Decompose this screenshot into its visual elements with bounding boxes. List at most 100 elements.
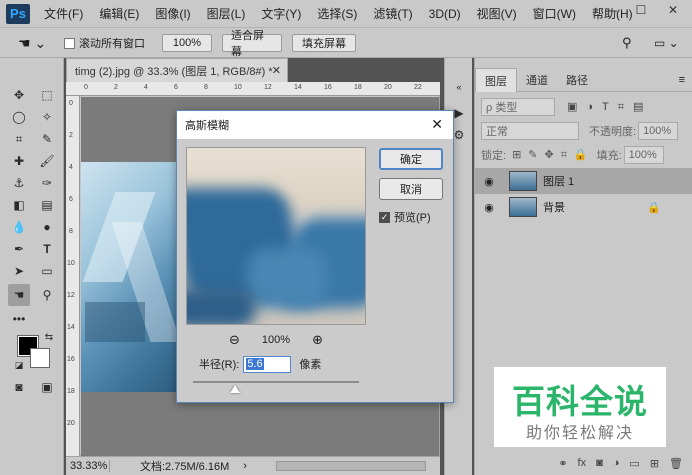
screen-mode-icon[interactable]: ▣ — [36, 376, 58, 398]
zoom-in-icon[interactable]: ⊕ — [312, 332, 323, 348]
document-tab-title: timg (2).jpg @ 33.3% (图层 1, RGB/8#) * — [75, 65, 273, 78]
rectangle-tool-icon[interactable]: ▭ — [36, 260, 58, 282]
canvas-image — [81, 162, 177, 392]
preview-option[interactable]: ✓ 预览(P) — [379, 209, 431, 225]
search-icon[interactable]: ⚲ — [622, 34, 632, 52]
magic-wand-tool-icon[interactable]: ✧ — [36, 106, 58, 128]
zoom-out-icon[interactable]: ⊖ — [229, 332, 240, 348]
layer-thumbnail — [509, 171, 537, 191]
radius-input[interactable]: 5.6 — [243, 355, 292, 373]
layer-name: 背景 — [543, 202, 565, 214]
visibility-eye-icon[interactable]: ◉ — [479, 175, 499, 188]
new-group-icon[interactable]: ▭ — [629, 457, 639, 470]
cancel-button[interactable]: 取消 — [379, 178, 443, 200]
workspace-switcher-icon[interactable]: ▭ ⌄ — [654, 34, 679, 52]
marquee-tool-icon[interactable]: ⬚ — [36, 84, 58, 106]
new-layer-icon[interactable]: ⊞ — [650, 457, 659, 470]
lock-icon: 🔒 — [647, 201, 661, 214]
layer-row-layer-1[interactable]: ◉ 图层 1 — [475, 168, 692, 194]
eyedropper-tool-icon[interactable]: ✎ — [36, 128, 58, 150]
watermark-logo-text: 百科全说 — [512, 382, 648, 421]
blur-tool-icon[interactable]: 💧 — [8, 216, 30, 238]
link-layers-icon[interactable]: ⚭ — [558, 457, 567, 470]
ok-button[interactable]: 确定 — [379, 148, 443, 170]
move-tool-icon[interactable]: ✥ — [8, 84, 30, 106]
delete-layer-icon[interactable]: 🗑 — [669, 457, 683, 470]
menu-image[interactable]: 图像(I) — [147, 5, 198, 22]
menu-view[interactable]: 视图(V) — [469, 5, 525, 22]
background-color-swatch[interactable] — [30, 348, 50, 368]
menu-filter[interactable]: 滤镜(T) — [365, 5, 420, 22]
radius-value: 5.6 — [246, 358, 264, 370]
fill-screen-button[interactable]: 填充屏幕 — [292, 34, 356, 52]
add-mask-icon[interactable]: ◙ — [596, 457, 603, 469]
scroll-all-checkbox[interactable] — [64, 37, 75, 49]
healing-brush-tool-icon[interactable]: ✚ — [8, 150, 30, 172]
menu-edit[interactable]: 编辑(E) — [91, 5, 147, 22]
swap-colors-icon[interactable]: ⇆ — [42, 330, 56, 344]
menu-select[interactable]: 选择(S) — [309, 5, 365, 22]
menu-type[interactable]: 文字(Y) — [253, 5, 309, 22]
opacity-field[interactable]: 100% — [638, 122, 679, 140]
adjustment-layer-icon[interactable]: ◑ — [613, 457, 620, 469]
menu-layer[interactable]: 图层(L) — [199, 5, 254, 22]
menu-file[interactable]: 文件(F) — [36, 5, 91, 22]
hand-tool-icon[interactable]: ☚ — [8, 284, 30, 306]
layer-name: 图层 1 — [543, 176, 575, 188]
history-brush-tool-icon[interactable]: ✑ — [36, 172, 58, 194]
pen-tool-icon[interactable]: ✒ — [8, 238, 30, 260]
radius-slider-track[interactable] — [193, 381, 359, 383]
layer-kind-filter[interactable]: ρ 类型 — [481, 98, 555, 116]
panel-menu-icon[interactable]: ≡ — [679, 68, 692, 91]
default-colors-icon[interactable]: ◪ — [12, 358, 26, 372]
hand-tool-preset-icon[interactable]: ☚ ⌄ — [18, 34, 46, 52]
document-tab[interactable]: timg (2).jpg @ 33.3% (图层 1, RGB/8#) * ✕ — [66, 58, 288, 82]
type-tool-icon[interactable]: T — [36, 238, 58, 260]
preview-checkbox[interactable]: ✓ — [379, 211, 390, 223]
menu-window[interactable]: 窗口(W) — [525, 5, 584, 22]
watermark-slogan: 助你轻松解决 — [525, 423, 634, 442]
scroll-all-windows-option[interactable]: 滚动所有窗口 — [64, 34, 145, 52]
quick-mask-icon[interactable]: ◙ — [8, 376, 30, 398]
visibility-eye-icon[interactable]: ◉ — [479, 201, 499, 214]
document-size-info: 文档:2.75M/6.16M — [140, 461, 230, 473]
close-document-icon[interactable]: ✕ — [272, 64, 281, 77]
lasso-tool-icon[interactable]: ◯ — [8, 106, 30, 128]
gradient-tool-icon[interactable]: ▤ — [36, 194, 58, 216]
blur-preview[interactable] — [186, 147, 366, 325]
tab-paths[interactable]: 路径 — [557, 68, 597, 92]
close-window-icon[interactable]: ✕ — [658, 0, 688, 20]
tab-channels[interactable]: 通道 — [517, 68, 557, 92]
zoom-readout[interactable]: 33.33% — [66, 460, 110, 472]
layer-row-background[interactable]: ◉ 背景 🔒 — [475, 194, 692, 220]
zoom-100-button[interactable]: 100% — [162, 34, 212, 52]
zoom-tool-icon[interactable]: ⚲ — [36, 284, 58, 306]
close-icon[interactable]: ✕ — [431, 116, 443, 133]
preview-zoom-row: ⊖ 100% ⊕ — [186, 331, 366, 349]
horizontal-scrollbar[interactable] — [276, 461, 426, 471]
fit-screen-button[interactable]: 适合屏幕 — [222, 30, 282, 58]
clone-stamp-tool-icon[interactable]: ⚓ — [8, 172, 30, 194]
dodge-tool-icon[interactable]: ● — [36, 216, 58, 238]
filter-icons[interactable]: ▣◑T⌗▤ — [567, 100, 652, 114]
maximize-icon[interactable]: ☐ — [626, 0, 656, 20]
blend-mode-select[interactable]: 正常 — [481, 122, 579, 140]
eraser-tool-icon[interactable]: ◧ — [8, 194, 30, 216]
path-selection-tool-icon[interactable]: ➤ — [8, 260, 30, 282]
lock-icons[interactable]: ⊞✎✥⌗🔒 — [512, 148, 595, 162]
menu-3d[interactable]: 3D(D) — [421, 7, 469, 21]
radius-label: 半径(R): — [199, 359, 240, 371]
radius-slider-thumb[interactable] — [229, 385, 240, 393]
crop-tool-icon[interactable]: ⌗ — [8, 128, 30, 150]
fill-field[interactable]: 100% — [623, 146, 664, 164]
collapse-arrows-icon[interactable]: « — [448, 76, 470, 98]
preview-label: 预览(P) — [394, 212, 431, 224]
minimize-icon[interactable]: — — [596, 0, 626, 20]
brush-tool-icon[interactable]: 🖌 — [36, 150, 58, 172]
more-tools-icon[interactable]: ••• — [8, 308, 30, 330]
layer-style-icon[interactable]: fx — [578, 457, 587, 469]
status-menu-icon[interactable]: › — [243, 460, 247, 472]
watermark: 百科全说 助你轻松解决 — [494, 367, 666, 447]
tab-layers[interactable]: 图层 — [475, 68, 517, 92]
panel-tabs: 图层 通道 路径 ≡ — [475, 68, 692, 92]
